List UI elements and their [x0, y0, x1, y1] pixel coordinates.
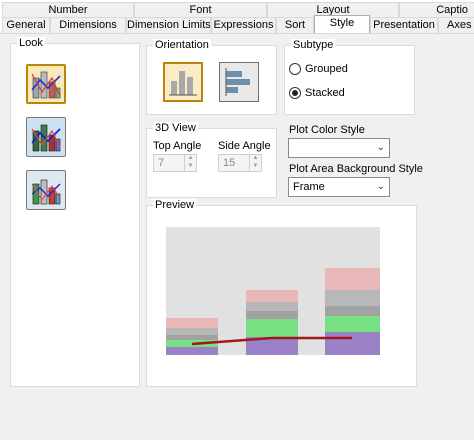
plot-color-style-label: Plot Color Style — [289, 124, 365, 136]
chevron-down-icon: ⌄ — [376, 181, 385, 192]
preview-group: Preview — [146, 199, 417, 387]
horizontal-bars-icon — [225, 68, 250, 96]
look-group: Look — [10, 37, 140, 387]
plot-area-bg-style-value: Frame — [293, 181, 325, 193]
plot-area-bg-style-label: Plot Area Background Style — [289, 163, 423, 175]
chart-look-style-3-icon — [31, 179, 61, 205]
tab-presentation[interactable]: Presentation — [370, 17, 438, 33]
tab-general[interactable]: General — [2, 17, 50, 33]
side-angle-spin-buttons[interactable]: ▲ ▼ — [249, 155, 261, 171]
spin-up-icon[interactable]: ▲ — [185, 155, 196, 163]
vertical-orientation-button[interactable] — [163, 62, 203, 102]
subtype-grouped-option[interactable]: Grouped — [289, 63, 348, 75]
chevron-down-icon: ⌄ — [376, 142, 385, 153]
plot-area-bg-style-select[interactable]: Frame ⌄ — [288, 177, 390, 197]
side-angle-stepper[interactable]: 15 ▲ ▼ — [218, 154, 262, 172]
horizontal-orientation-button[interactable] — [219, 62, 259, 102]
stacked-radio[interactable] — [289, 87, 301, 99]
top-angle-value: 7 — [158, 157, 165, 169]
3d-view-group-title: 3D View — [153, 122, 198, 134]
look-style-1-button[interactable] — [26, 64, 66, 104]
tab-axes[interactable]: Axes — [438, 17, 474, 33]
preview-bar-2 — [246, 290, 298, 355]
tab-font[interactable]: Font — [134, 2, 267, 18]
preview-group-title: Preview — [153, 199, 197, 211]
orientation-group-title: Orientation — [153, 39, 211, 51]
side-angle-value: 15 — [223, 157, 236, 169]
top-angle-spin-buttons[interactable]: ▲ ▼ — [184, 155, 196, 171]
top-angle-stepper[interactable]: 7 ▲ ▼ — [153, 154, 197, 172]
tab-number[interactable]: Number — [2, 2, 134, 18]
look-style-2-button[interactable] — [26, 117, 66, 157]
subtype-group: Subtype Grouped Stacked — [284, 39, 415, 115]
3d-view-group: 3D View Top Angle 7 ▲ ▼ Side Angle 15 ▲ … — [146, 122, 277, 198]
plot-color-style-select[interactable]: ⌄ — [288, 138, 390, 158]
chart-look-style-1-icon — [31, 71, 61, 99]
tab-style[interactable]: Style — [314, 15, 370, 33]
tab-sort[interactable]: Sort — [276, 17, 314, 33]
spin-down-icon[interactable]: ▼ — [250, 163, 261, 171]
tab-divider — [0, 33, 474, 34]
orientation-group: Orientation — [146, 39, 277, 115]
preview-bar-1 — [166, 318, 218, 355]
side-angle-label: Side Angle — [218, 140, 271, 152]
stacked-label: Stacked — [305, 87, 345, 99]
top-angle-label: Top Angle — [153, 140, 202, 152]
subtype-stacked-option[interactable]: Stacked — [289, 87, 345, 99]
spin-down-icon[interactable]: ▼ — [185, 163, 196, 171]
grouped-radio[interactable] — [289, 63, 301, 75]
look-style-3-button[interactable] — [26, 170, 66, 210]
preview-chart — [166, 227, 380, 355]
tab-dimensions[interactable]: Dimensions — [50, 17, 126, 33]
grouped-label: Grouped — [305, 63, 348, 75]
look-group-title: Look — [17, 37, 45, 49]
spin-up-icon[interactable]: ▲ — [250, 155, 261, 163]
chart-look-style-2-icon — [31, 124, 61, 152]
preview-bar-3 — [325, 268, 380, 355]
tab-expressions[interactable]: Expressions — [211, 17, 276, 33]
tab-caption[interactable]: Captio — [399, 2, 474, 18]
tab-dimension-limits[interactable]: Dimension Limits — [126, 17, 211, 33]
style-tab-panel: Look Orientation Subtype Grouped Stacked… — [0, 33, 474, 440]
subtype-group-title: Subtype — [291, 39, 336, 51]
vertical-bars-icon — [169, 71, 197, 96]
